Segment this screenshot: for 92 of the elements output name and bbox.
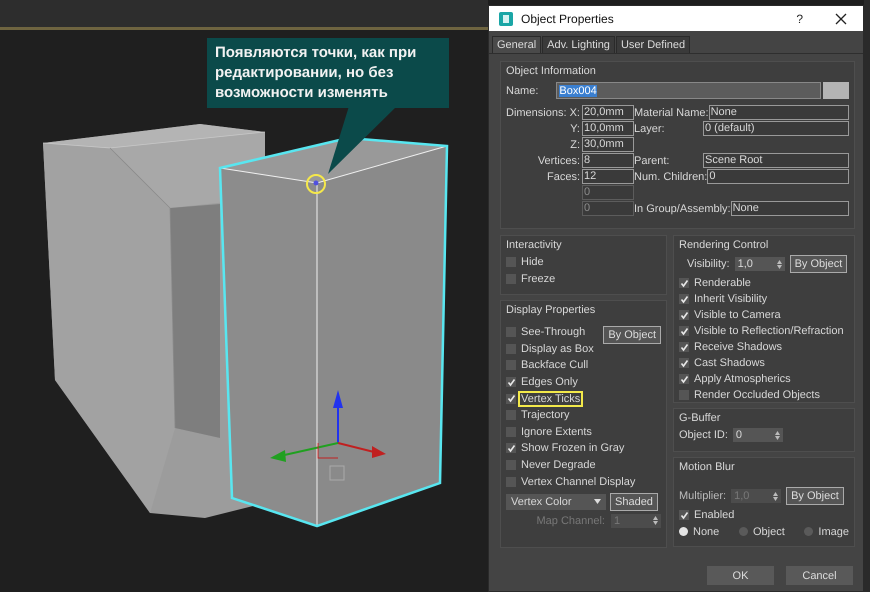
field-label: Material Name: — [634, 106, 709, 118]
group-title: Motion Blur — [679, 460, 735, 475]
field-label: Num. Children: — [634, 170, 708, 182]
group-title: Interactivity — [506, 238, 562, 253]
spinner-arrows-icon[interactable] — [774, 430, 780, 440]
checkbox-label: Freeze — [520, 272, 556, 287]
checkbox-label: Receive Shadows — [693, 340, 784, 355]
caret-icon — [594, 499, 601, 504]
color-swatch[interactable] — [823, 82, 849, 99]
vertex-color-dropdown[interactable]: Vertex Color — [506, 494, 606, 510]
input-field[interactable]: 30,0mm — [582, 137, 634, 152]
radio-label: Image — [818, 526, 849, 538]
tab[interactable]: Adv. Lighting — [542, 36, 615, 53]
name-field[interactable]: Box004 — [556, 82, 821, 99]
tab[interactable]: General — [492, 36, 542, 53]
shaded-button[interactable]: Shaded — [610, 492, 658, 511]
checkbox[interactable] — [679, 374, 689, 384]
checkbox-label: Renderable — [693, 276, 752, 291]
window-title: Object Properties — [521, 12, 615, 26]
radio-button[interactable] — [804, 527, 814, 536]
radio-label: None — [693, 526, 720, 538]
field-label: In Group/Assembly: — [634, 202, 731, 214]
object-id-spinner[interactable]: 0 — [732, 428, 783, 442]
by-object-button[interactable]: By Object — [790, 255, 848, 273]
checkbox-label: Ignore Extents — [520, 424, 593, 440]
checkbox-label: Hide — [520, 255, 545, 270]
checkbox-label: Cast Shadows — [693, 356, 766, 371]
checkbox-label: Enabled — [693, 508, 736, 524]
radio-button[interactable] — [679, 527, 688, 536]
checkbox[interactable] — [679, 342, 689, 352]
app-logo-icon — [499, 12, 513, 26]
radio-label: Object — [752, 526, 785, 538]
checkbox-label: Trajectory — [520, 408, 570, 424]
checkbox-label: Never Degrade — [520, 458, 597, 474]
input-field[interactable]: Scene Root — [703, 153, 849, 168]
field-label: Faces: — [546, 170, 580, 182]
field-label: Object ID: — [679, 429, 728, 441]
checkbox-label: Vertex Channel Display — [520, 474, 636, 490]
visibility-spinner[interactable]: 1,0 — [734, 257, 785, 271]
by-object-button[interactable]: By Object — [603, 326, 661, 344]
checkbox-label: Display as Box — [520, 342, 595, 357]
field-label: Name: — [506, 84, 538, 96]
checkbox[interactable] — [679, 278, 689, 288]
field-label: Map Channel: — [536, 514, 605, 527]
checkbox-label: Render Occluded Objects — [693, 388, 821, 403]
checkbox-label: Inherit Visibility — [693, 292, 768, 307]
input-field[interactable]: 12 — [582, 169, 634, 184]
checkbox[interactable] — [679, 294, 689, 304]
input-field[interactable]: 0 — [707, 169, 849, 184]
field-label: Y: — [570, 122, 580, 134]
input-field[interactable]: 20,0mm — [582, 105, 634, 120]
checkbox-label: Visible to Reflection/Refraction — [693, 324, 845, 339]
input-field[interactable]: 0 (default) — [703, 121, 849, 136]
field-label: X: — [570, 106, 580, 118]
checkbox[interactable] — [679, 310, 689, 320]
group-title: Display Properties — [506, 303, 596, 318]
by-object-button[interactable]: By Object — [786, 487, 844, 505]
checkbox[interactable] — [506, 394, 516, 404]
close-icon[interactable] — [835, 12, 847, 24]
checkbox[interactable] — [506, 443, 516, 454]
dialog-button[interactable]: Cancel — [786, 566, 853, 585]
checkbox[interactable] — [679, 326, 689, 336]
field-label: Parent: — [634, 154, 670, 166]
spinner-arrows-icon[interactable] — [776, 260, 782, 268]
checkbox-label: Backface Cull — [520, 358, 590, 374]
checkbox[interactable] — [679, 358, 689, 368]
field-label: Vertices: — [538, 154, 580, 166]
checkbox-label: Apply Atmospherics — [693, 372, 792, 387]
field-label: Multiplier: — [679, 490, 726, 502]
field-label: Z: — [570, 138, 580, 150]
checkbox-label: Visible to Camera — [693, 308, 782, 323]
checkbox[interactable] — [506, 377, 516, 388]
dialog-button[interactable]: OK — [707, 566, 774, 585]
group-title: Object Information — [506, 64, 596, 79]
group-title: G-Buffer — [679, 411, 720, 426]
checkbox-label: See-Through — [520, 325, 586, 340]
vertex-highlight-ring — [306, 174, 326, 194]
group-title: Rendering Control — [679, 238, 768, 253]
radio-button[interactable] — [738, 527, 748, 536]
field-label: Dimensions: — [506, 106, 567, 118]
checkbox-label: Edges Only — [520, 375, 579, 390]
vertex-tick-icon — [314, 180, 318, 186]
tab[interactable]: User Defined — [616, 36, 690, 53]
checkbox-label: Vertex Ticks — [518, 390, 584, 407]
help-button[interactable]: ? — [796, 12, 803, 26]
checkbox[interactable] — [679, 510, 689, 520]
checkbox-label: Show Frozen in Gray — [520, 441, 626, 456]
field-label: Visibility: — [687, 258, 730, 270]
input-field[interactable]: None — [708, 105, 849, 120]
input-field[interactable]: 10,0mm — [582, 121, 634, 136]
field-label: Layer: — [634, 122, 666, 134]
input-field[interactable]: 8 — [582, 153, 634, 168]
